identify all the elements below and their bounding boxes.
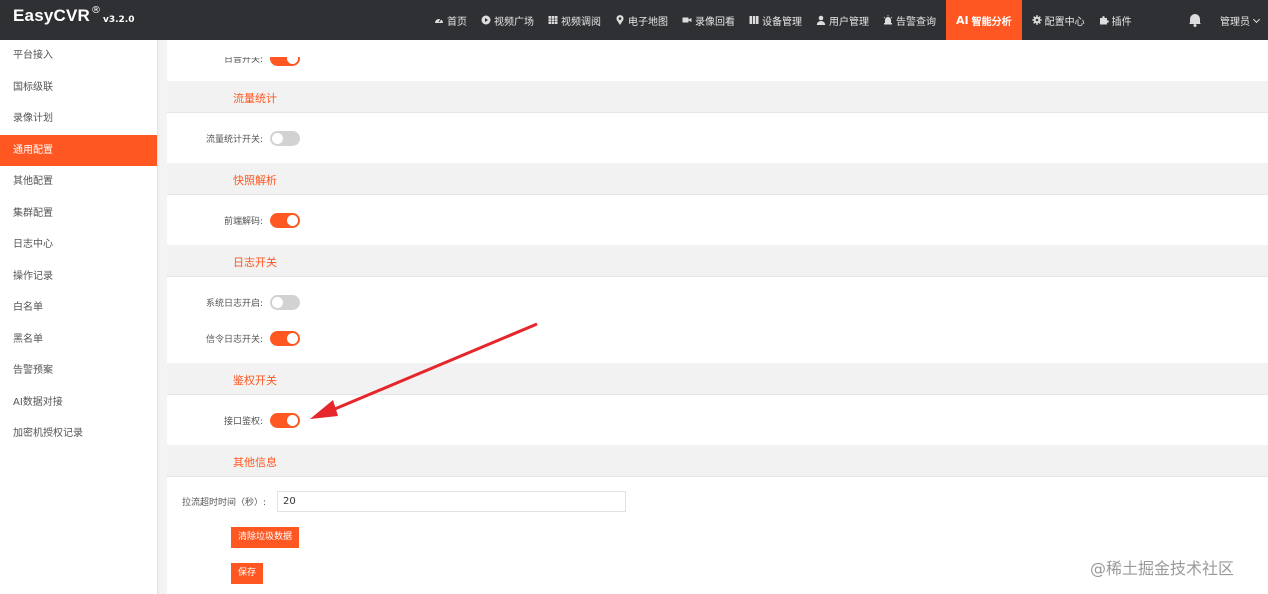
watermark: @稀土掘金技术社区 — [1090, 559, 1235, 578]
annotation-arrow — [310, 322, 538, 419]
